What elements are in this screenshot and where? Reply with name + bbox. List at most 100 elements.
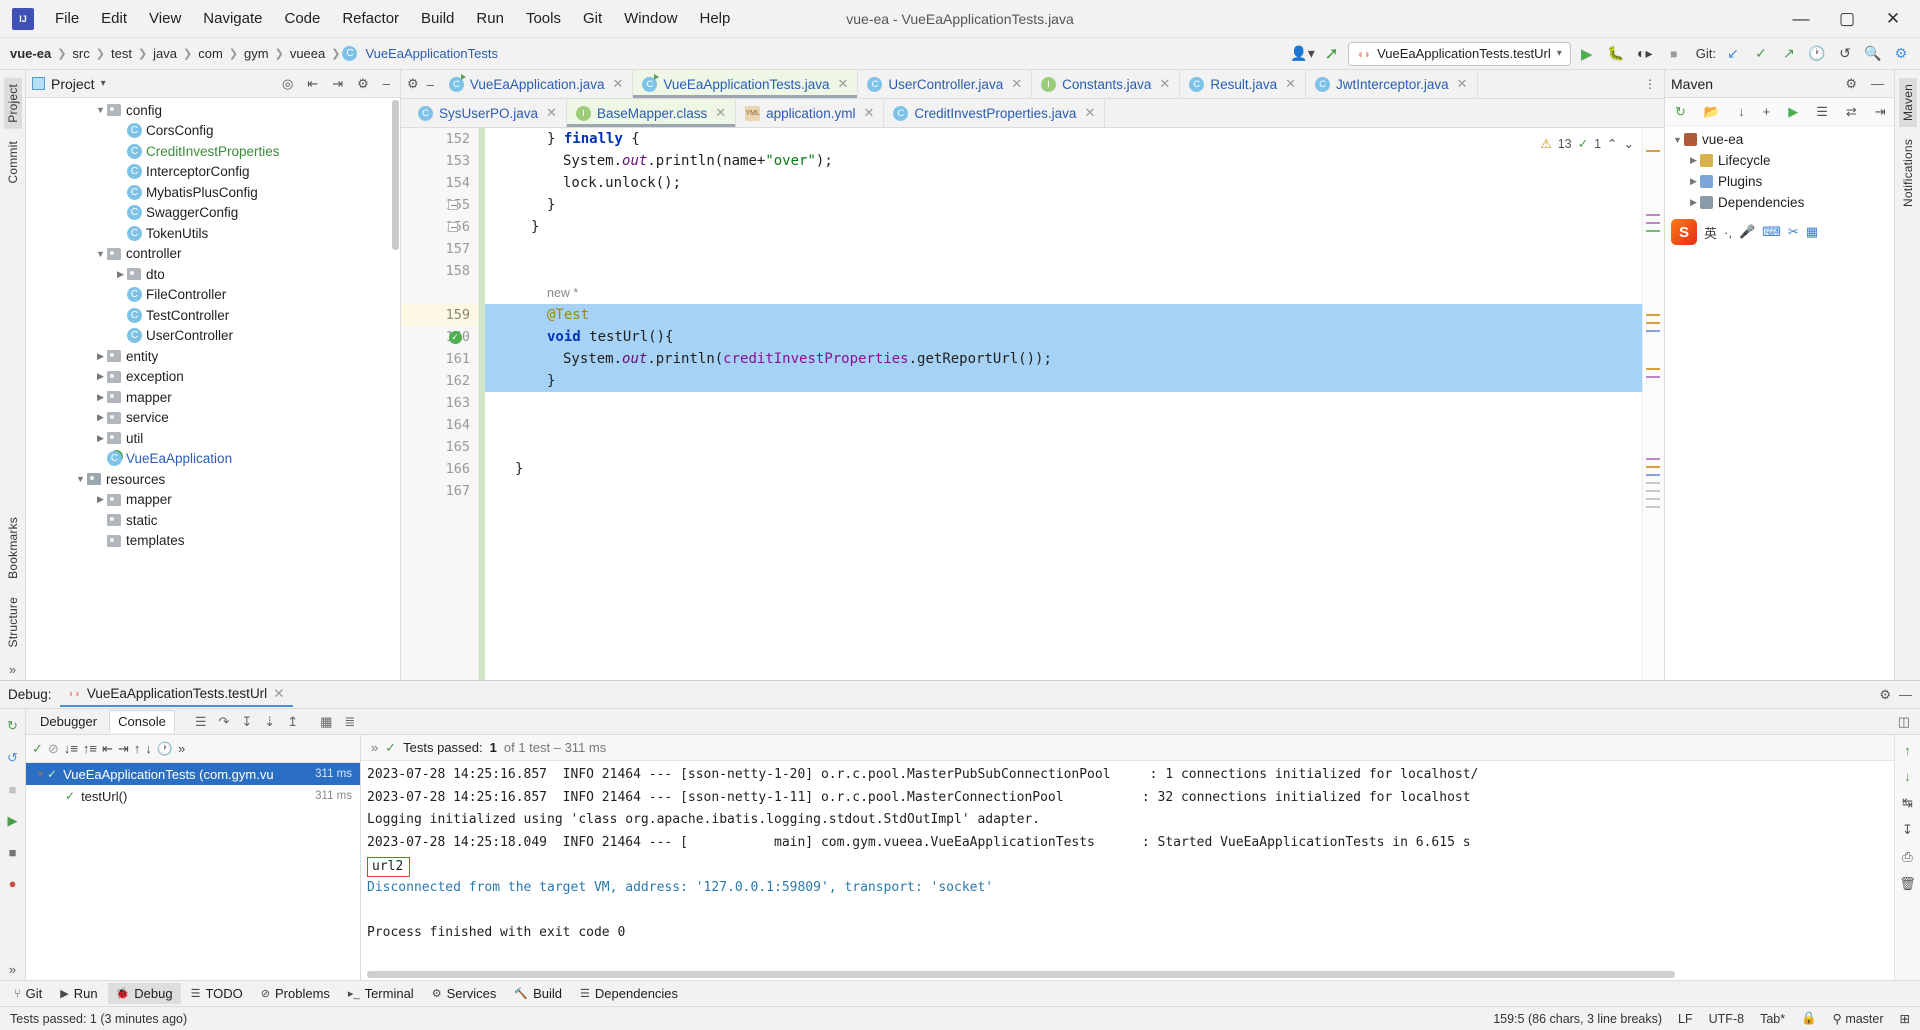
tree-item-config[interactable]: ▼ config bbox=[26, 100, 400, 121]
breadcrumb-test[interactable]: test bbox=[107, 44, 136, 63]
prev-test-icon[interactable]: ↑ bbox=[134, 741, 141, 756]
code-line[interactable]: System.out.println(name+"over"); bbox=[479, 150, 1642, 172]
sort-duration-icon[interactable]: ↑≡ bbox=[83, 741, 97, 756]
evaluate-icon[interactable]: ▦ bbox=[316, 714, 336, 730]
scroll-down-icon[interactable]: ↓ bbox=[1904, 769, 1911, 784]
editor-tab-sysuserpo-java[interactable]: C SysUserPO.java ✕ bbox=[409, 99, 567, 127]
gutter-line-158[interactable]: 158 bbox=[401, 260, 478, 282]
code-line[interactable]: } finally { bbox=[479, 128, 1642, 150]
tool-icon[interactable]: ✂ bbox=[1788, 224, 1799, 240]
file-encoding[interactable]: UTF-8 bbox=[1709, 1012, 1744, 1026]
rerun-icon[interactable]: ↻ bbox=[7, 715, 18, 737]
run-button[interactable]: ▶ bbox=[1574, 42, 1600, 66]
editor-gutter[interactable]: 1521531541551561571581591601611621631641… bbox=[401, 128, 479, 680]
chevron-down-icon[interactable]: ▼ bbox=[94, 105, 107, 115]
coverage-icon[interactable]: ◐▸ bbox=[1632, 42, 1658, 66]
editor-tab-creditinvestproperties-java[interactable]: C CreditInvestProperties.java ✕ bbox=[884, 99, 1106, 127]
maven-project-tree[interactable]: ▼ vue-ea ▶ Lifecycle ▶ Plugins ▶ Dependencies bbox=[1665, 126, 1894, 213]
tree-item-controller[interactable]: ▼ controller bbox=[26, 244, 400, 265]
tree-item-testcontroller[interactable]: C TestController bbox=[26, 305, 400, 326]
ime-language-label[interactable]: 英 bbox=[1704, 223, 1717, 242]
fold-marker-icon[interactable] bbox=[445, 216, 461, 238]
code-line[interactable]: } bbox=[479, 370, 1642, 392]
mic-icon[interactable]: 🎤 bbox=[1739, 224, 1755, 240]
prev-highlight-icon[interactable]: ⌃ bbox=[1607, 136, 1617, 151]
tree-item-mapper[interactable]: ▶ mapper bbox=[26, 387, 400, 408]
tree-item-static[interactable]: static bbox=[26, 510, 400, 531]
force-step-into-icon[interactable]: ⇣ bbox=[260, 714, 279, 730]
breadcrumb-gym[interactable]: gym bbox=[240, 44, 273, 63]
expand-actions-icon[interactable]: » bbox=[9, 959, 16, 980]
run-configuration-selector[interactable]: ◖◗ VueEaApplicationTests.testUrl ▾ bbox=[1347, 41, 1571, 66]
frames-icon[interactable]: ≣ bbox=[340, 714, 359, 730]
add-icon[interactable]: + bbox=[1759, 104, 1775, 119]
chevron-right-icon[interactable]: ▶ bbox=[94, 494, 107, 505]
close-icon[interactable]: ✕ bbox=[273, 686, 284, 702]
tree-item-usercontroller[interactable]: C UserController bbox=[26, 326, 400, 347]
more-options-icon[interactable]: » bbox=[178, 741, 185, 756]
layout-icon[interactable]: ☰ bbox=[191, 714, 211, 730]
rerun-failed-icon[interactable]: ↺ bbox=[7, 747, 18, 769]
tree-item-filecontroller[interactable]: C FileController bbox=[26, 285, 400, 306]
editor-tab-basemapper-class[interactable]: I BaseMapper.class ✕ bbox=[566, 99, 737, 127]
tree-item-util[interactable]: ▶ util bbox=[26, 428, 400, 449]
bottom-tab-git[interactable]: ⑂ Git bbox=[6, 983, 50, 1004]
gutter-line-163[interactable]: 163 bbox=[401, 392, 478, 414]
close-button[interactable]: ✕ bbox=[1870, 0, 1916, 38]
tree-item-creditinvestproperties[interactable]: C CreditInvestProperties bbox=[26, 141, 400, 162]
code-line[interactable]: } bbox=[479, 216, 1642, 238]
download-sources-icon[interactable]: ↓ bbox=[1734, 104, 1749, 119]
chevron-down-icon[interactable]: ▼ bbox=[74, 474, 87, 484]
tree-item-corsconfig[interactable]: C CorsConfig bbox=[26, 121, 400, 142]
chevron-right-icon[interactable]: ▶ bbox=[1687, 176, 1700, 187]
bottom-tab-terminal[interactable]: ▸_ Terminal bbox=[340, 983, 422, 1004]
inspection-widget[interactable]: ⚠ 13 ✓ 1 ⌃ ⌄ bbox=[1536, 134, 1638, 153]
sidebar-item-bookmarks[interactable]: Bookmarks bbox=[4, 511, 22, 585]
code-line[interactable]: } bbox=[479, 194, 1642, 216]
breadcrumb-vue-ea[interactable]: vue-ea bbox=[6, 44, 55, 63]
menu-item-tools[interactable]: Tools bbox=[515, 6, 572, 31]
test-list[interactable]: ▼ ✓ VueEaApplicationTests (com.gym.vu 311 m… bbox=[26, 763, 360, 807]
fold-marker-icon[interactable] bbox=[445, 194, 461, 216]
bottom-tab-build[interactable]: 🔨 Build bbox=[506, 983, 570, 1004]
chevron-right-icon[interactable]: ▶ bbox=[114, 269, 127, 280]
editor-tabs-overflow[interactable]: ⋮ bbox=[1636, 70, 1664, 98]
sidebar-item-commit[interactable]: Commit bbox=[4, 135, 22, 190]
code-line[interactable]: void testUrl(){ bbox=[479, 326, 1642, 348]
bottom-tab-debug[interactable]: 🐞 Debug bbox=[107, 983, 181, 1004]
ime-toolbar[interactable]: S 英 ·, 🎤 ⌨ ✂ ▦ bbox=[1665, 213, 1894, 251]
settings-gear-icon[interactable]: ⚙ bbox=[1879, 687, 1891, 703]
grid-icon[interactable]: ▦ bbox=[1806, 224, 1818, 240]
add-maven-project-icon[interactable]: 📂 bbox=[1700, 104, 1724, 120]
git-commit-icon[interactable]: ✓ bbox=[1748, 42, 1774, 66]
menu-item-view[interactable]: View bbox=[138, 6, 192, 31]
git-update-icon[interactable]: ↙ bbox=[1720, 42, 1746, 66]
bottom-tab-dependencies[interactable]: ☰ Dependencies bbox=[572, 983, 686, 1004]
tree-item-dto[interactable]: ▶ dto bbox=[26, 264, 400, 285]
git-branch-widget[interactable]: ⚲ master bbox=[1833, 1011, 1884, 1026]
minimize-icon[interactable]: – bbox=[427, 77, 434, 92]
soft-wrap-icon[interactable]: ↹ bbox=[1902, 795, 1913, 811]
sidebar-item-maven[interactable]: Maven bbox=[1898, 78, 1917, 128]
code-line[interactable] bbox=[479, 414, 1642, 436]
next-highlight-icon[interactable]: ⌄ bbox=[1624, 136, 1634, 151]
gutter-line-166[interactable]: 166 bbox=[401, 458, 478, 480]
breadcrumb-src[interactable]: src bbox=[68, 44, 93, 63]
debug-session-tab[interactable]: ◖◗ VueEaApplicationTests.testUrl ✕ bbox=[59, 683, 293, 707]
settings-gear-icon[interactable]: ⚙ bbox=[1841, 76, 1861, 92]
gutter-line-157[interactable]: 157 bbox=[401, 238, 478, 260]
chevron-right-icon[interactable]: ▶ bbox=[1687, 155, 1700, 166]
gutter-line-164[interactable]: 164 bbox=[401, 414, 478, 436]
breadcrumb-com[interactable]: com bbox=[194, 44, 227, 63]
close-tab-icon[interactable]: ✕ bbox=[1011, 76, 1022, 92]
hide-window-icon[interactable]: — bbox=[1899, 687, 1912, 702]
gutter-line-165[interactable]: 165 bbox=[401, 436, 478, 458]
code-line[interactable]: } bbox=[479, 458, 1642, 480]
chevron-down-icon[interactable]: ▼ bbox=[1671, 135, 1684, 145]
maven-tree-item-lifecycle[interactable]: ▶ Lifecycle bbox=[1665, 150, 1894, 171]
gutter-line-156[interactable]: 156 bbox=[401, 216, 478, 238]
tree-item-entity[interactable]: ▶ entity bbox=[26, 346, 400, 367]
gutter-line-blank[interactable] bbox=[401, 282, 478, 304]
more-options-icon[interactable]: » bbox=[371, 740, 378, 755]
menu-item-edit[interactable]: Edit bbox=[90, 6, 138, 31]
